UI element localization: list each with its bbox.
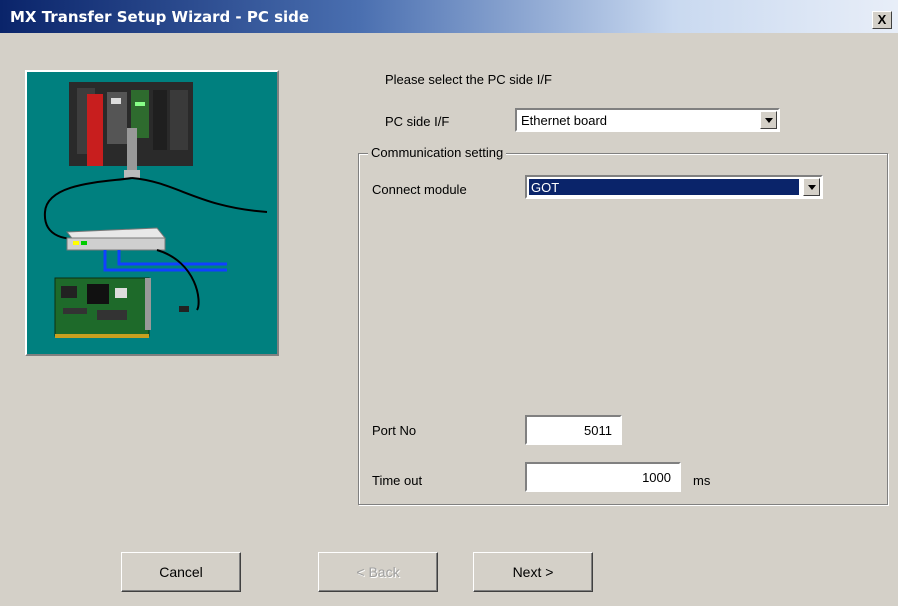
connect-module-value: GOT (531, 180, 560, 195)
connect-module-label: Connect module (372, 182, 467, 197)
close-button[interactable]: X (872, 11, 892, 29)
next-button[interactable]: Next > (473, 552, 593, 592)
close-icon: X (877, 12, 887, 27)
time-out-value: 1000 (642, 470, 671, 485)
pc-ethernet-illustration (25, 70, 279, 356)
port-no-value: 5011 (584, 423, 612, 438)
time-out-label: Time out (372, 473, 423, 488)
communication-setting-legend: Communication setting (368, 145, 507, 160)
chevron-down-icon[interactable] (760, 111, 777, 129)
pc-if-prompt: Please select the PC side I/F (385, 72, 552, 87)
pc-side-if-value: Ethernet board (521, 113, 608, 128)
pc-side-if-select[interactable]: Ethernet board (515, 108, 780, 132)
time-out-unit: ms (693, 473, 711, 488)
connect-module-select[interactable]: GOT (525, 175, 823, 199)
port-no-input[interactable]: 5011 (525, 415, 622, 445)
communication-setting-group (358, 153, 888, 505)
port-no-label: Port No (372, 423, 417, 438)
cancel-button[interactable]: Cancel (121, 552, 241, 592)
selection-highlight (529, 179, 799, 195)
pc-side-if-label: PC side I/F (385, 114, 450, 129)
title-bar: MX Transfer Setup Wizard - PC side X (0, 0, 898, 33)
back-button[interactable]: < Back (318, 552, 438, 592)
network-diagram-image (43, 82, 268, 338)
time-out-input[interactable]: 1000 (525, 462, 681, 492)
chevron-down-icon[interactable] (803, 178, 820, 196)
window-title: MX Transfer Setup Wizard - PC side (10, 8, 310, 26)
